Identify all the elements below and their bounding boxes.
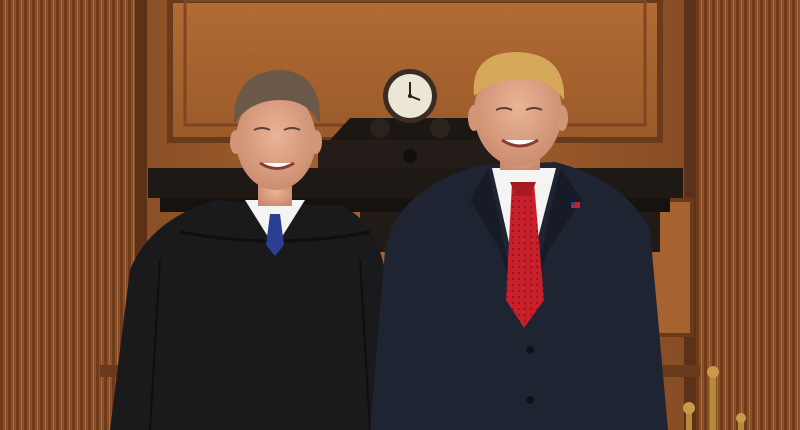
scene-illustration — [0, 0, 800, 430]
mantel-clock — [383, 69, 437, 123]
photo-scene — [0, 0, 800, 430]
